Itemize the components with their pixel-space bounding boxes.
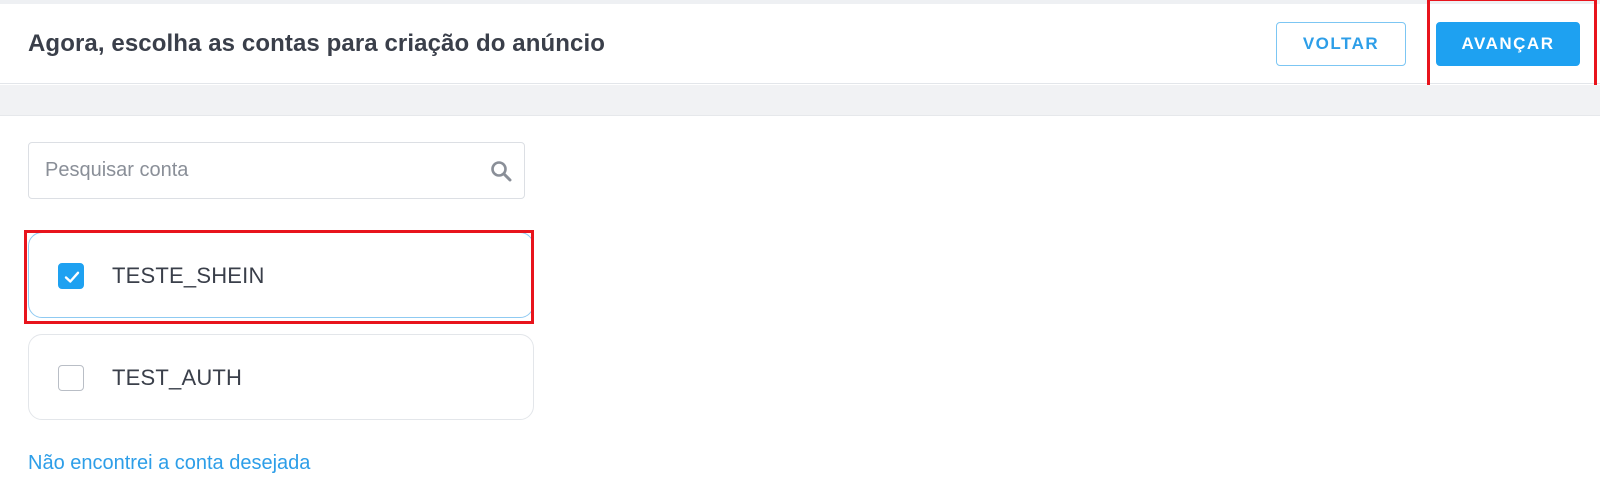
section-divider (0, 85, 1600, 116)
account-label: TEST_AUTH (112, 365, 243, 390)
account-checkbox-unchecked[interactable] (58, 365, 84, 391)
search-box (28, 142, 525, 199)
back-button[interactable]: VOLTAR (1276, 22, 1406, 66)
account-item-test-auth[interactable]: TEST_AUTH (28, 334, 534, 420)
checkmark-icon (64, 271, 80, 283)
search-input[interactable] (45, 143, 475, 198)
account-label: TESTE_SHEIN (112, 263, 265, 288)
account-not-found-link[interactable]: Não encontrei a conta desejada (28, 452, 310, 475)
page-title: Agora, escolha as contas para criação do… (28, 30, 605, 57)
account-checkbox-checked[interactable] (58, 263, 84, 289)
search-icon[interactable] (489, 159, 513, 183)
page-header: Agora, escolha as contas para criação do… (0, 4, 1600, 84)
next-button[interactable]: AVANÇAR (1436, 22, 1580, 66)
account-item-teste-shein[interactable]: TESTE_SHEIN (28, 232, 534, 318)
